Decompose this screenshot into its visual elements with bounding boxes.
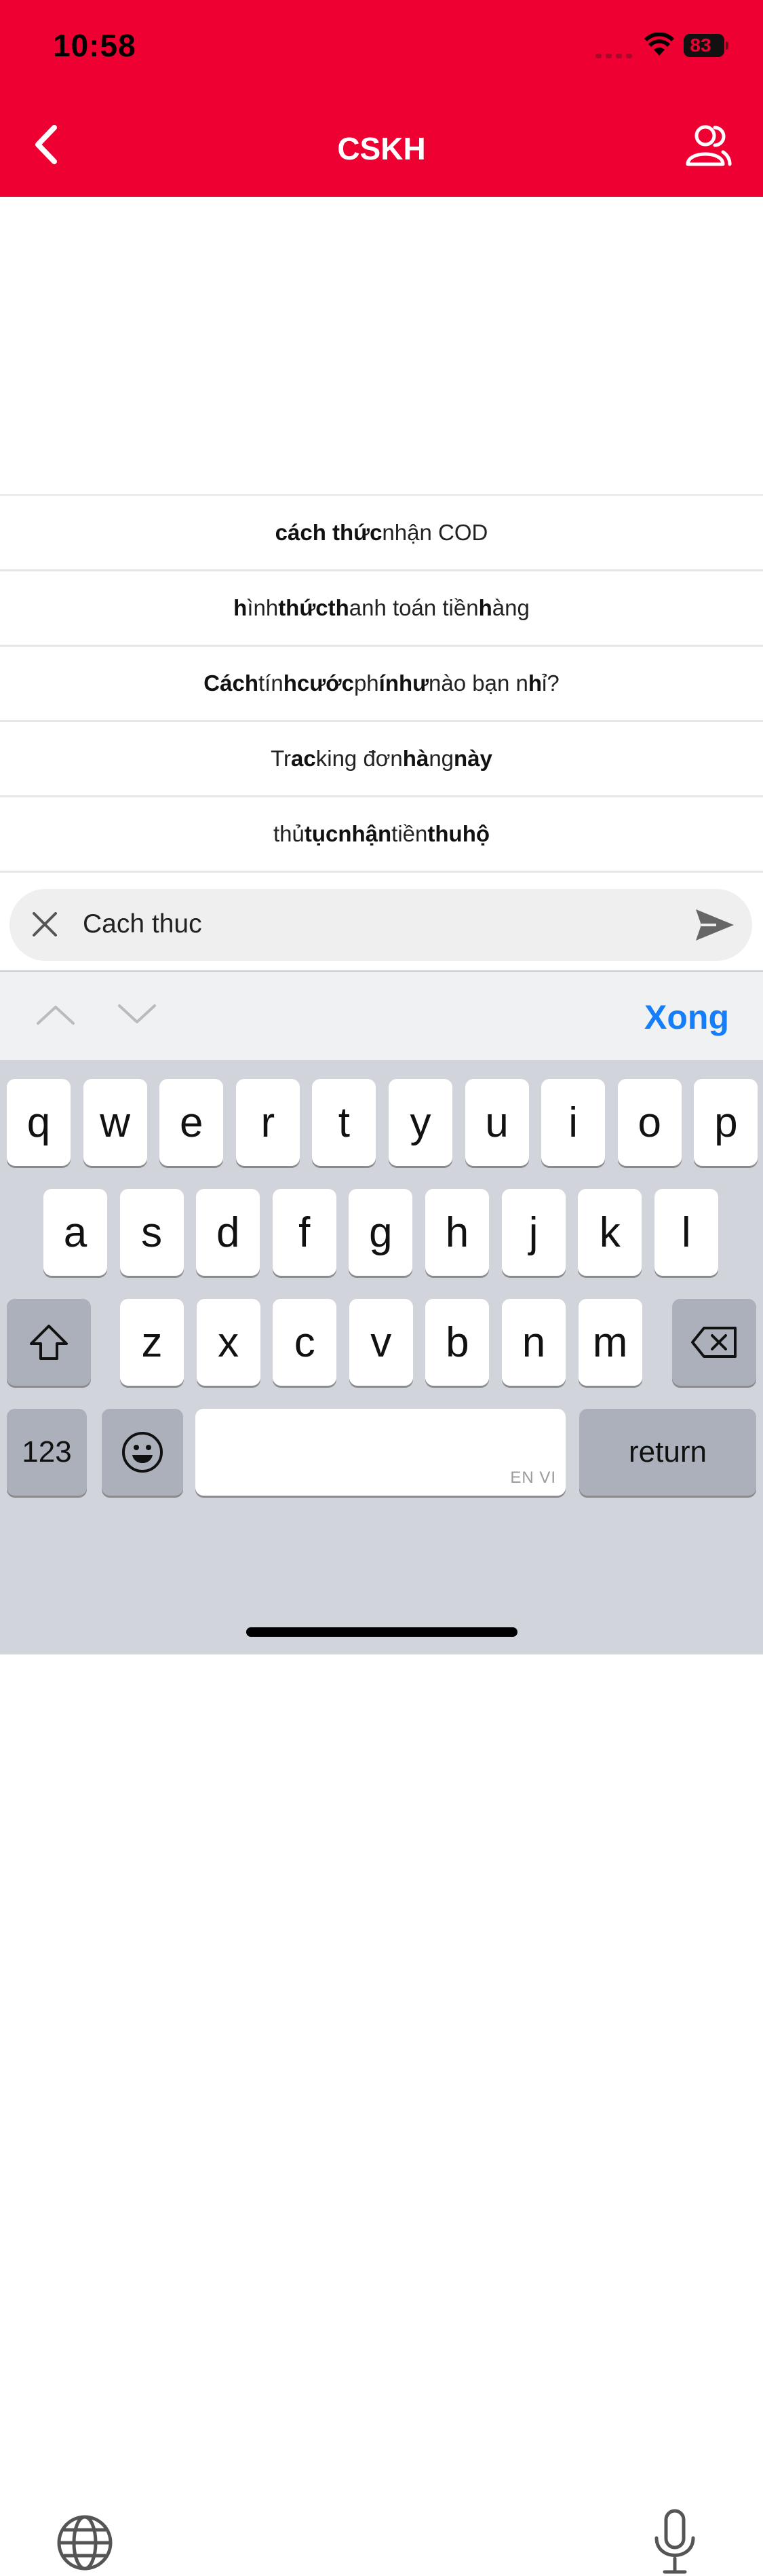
shift-key[interactable] bbox=[7, 1299, 91, 1386]
home-indicator bbox=[246, 1627, 517, 1637]
key-o[interactable]: o bbox=[617, 1079, 682, 1166]
suggestion-item[interactable]: cách thức nhận COD bbox=[0, 496, 763, 571]
key-l[interactable]: l bbox=[654, 1189, 718, 1276]
key-f[interactable]: f bbox=[272, 1189, 336, 1276]
page-title: CSKH bbox=[337, 131, 426, 166]
suggestion-text-part: ph bbox=[353, 670, 379, 696]
suggestion-text-part: cước bbox=[296, 670, 354, 696]
suggestion-text-part: như bbox=[385, 670, 429, 696]
suggestion-item[interactable]: Cách tín h cước ph í như nào bạn n h ỉ? bbox=[0, 647, 763, 722]
suggestion-text-part: th bbox=[328, 595, 349, 620]
key-g[interactable]: g bbox=[349, 1189, 413, 1276]
return-key[interactable]: return bbox=[579, 1409, 756, 1496]
key-u[interactable]: u bbox=[465, 1079, 529, 1166]
key-b[interactable]: b bbox=[425, 1299, 490, 1386]
key-p[interactable]: p bbox=[694, 1079, 758, 1166]
key-r[interactable]: r bbox=[235, 1079, 300, 1166]
backspace-icon bbox=[691, 1327, 737, 1358]
key-q[interactable]: q bbox=[7, 1079, 71, 1166]
suggestion-text-part: này bbox=[454, 746, 492, 771]
suggestion-text-part: tín bbox=[258, 670, 283, 696]
keyboard-accessory-bar: Xong bbox=[0, 972, 763, 1060]
key-x[interactable]: x bbox=[196, 1299, 260, 1386]
header-bar: 10:58 83 CSKH bbox=[0, 0, 763, 197]
suggestion-text-part: ng bbox=[429, 746, 454, 771]
space-key[interactable]: EN VI bbox=[195, 1409, 566, 1496]
suggestion-text-part: nhận COD bbox=[382, 520, 488, 545]
suggestion-text-part: à bbox=[492, 595, 505, 620]
suggestion-text-part: nào bạn n bbox=[429, 670, 528, 696]
key-s[interactable]: s bbox=[119, 1189, 184, 1276]
suggestion-text-part: king đơn bbox=[315, 746, 403, 771]
users-icon[interactable] bbox=[685, 124, 732, 167]
suggestion-text-part: anh toán tiền bbox=[349, 595, 479, 620]
suggestion-text-part: thức bbox=[278, 595, 328, 620]
suggestion-list: cách thức nhận COD h ình thức th anh toán t… bbox=[0, 494, 763, 873]
key-t[interactable]: t bbox=[312, 1079, 376, 1166]
suggestion-text-part: thủ bbox=[273, 821, 305, 846]
battery-icon: 83 bbox=[684, 34, 728, 57]
key-c[interactable]: c bbox=[273, 1299, 337, 1386]
suggestion-item[interactable]: h ình thức th anh toán tiền h à ng bbox=[0, 571, 763, 647]
chat-content-area bbox=[0, 197, 763, 495]
key-a[interactable]: a bbox=[43, 1189, 107, 1276]
suggestion-text-part: hộ bbox=[462, 821, 490, 846]
numbers-key[interactable]: 123 bbox=[7, 1409, 87, 1496]
wifi-icon bbox=[644, 33, 674, 56]
message-input[interactable]: Cach thuc bbox=[83, 909, 202, 939]
message-input-bar: Cach thuc bbox=[0, 875, 763, 970]
emoji-icon bbox=[122, 1432, 163, 1473]
suggestion-text-part: í bbox=[378, 670, 385, 696]
suggestion-text-part: tiền bbox=[391, 821, 428, 846]
suggestion-text-part: tục bbox=[304, 821, 338, 846]
status-time: 10:58 bbox=[53, 28, 136, 63]
suggestion-text-part: ỉ? bbox=[542, 670, 560, 696]
suggestion-text-part: Cách bbox=[203, 670, 258, 696]
backspace-key[interactable] bbox=[672, 1299, 756, 1386]
suggestion-text-part: Tr bbox=[271, 746, 292, 771]
keyboard-language-hint: EN VI bbox=[510, 1469, 556, 1487]
key-i[interactable]: i bbox=[541, 1079, 606, 1166]
suggestion-text-part: h bbox=[233, 595, 248, 620]
key-h[interactable]: h bbox=[425, 1189, 489, 1276]
chevron-down-icon[interactable] bbox=[117, 1003, 157, 1026]
key-m[interactable]: m bbox=[578, 1299, 642, 1386]
done-button[interactable]: Xong bbox=[644, 998, 729, 1037]
send-icon[interactable] bbox=[694, 907, 735, 943]
key-n[interactable]: n bbox=[502, 1299, 566, 1386]
suggestion-text-part: ình bbox=[247, 595, 279, 620]
suggestion-text-part: hà bbox=[402, 746, 429, 771]
key-z[interactable]: z bbox=[120, 1299, 184, 1386]
close-icon[interactable] bbox=[31, 911, 58, 938]
suggestion-text-part: thu bbox=[427, 821, 463, 846]
suggestion-text-part: h bbox=[283, 670, 297, 696]
keyboard: Xong q w e r t y u i o p a s d f g h j k l z x c v b n m 123 EN VI r… bbox=[0, 970, 763, 2574]
chevron-up-icon[interactable] bbox=[35, 1003, 76, 1026]
key-v[interactable]: v bbox=[349, 1299, 413, 1386]
microphone-icon[interactable] bbox=[652, 2508, 697, 2576]
globe-icon[interactable] bbox=[56, 2514, 114, 2572]
suggestion-text-part: h bbox=[478, 595, 492, 620]
suggestion-text-part: nhận bbox=[338, 821, 392, 846]
cellular-signal-icon bbox=[595, 49, 636, 58]
key-e[interactable]: e bbox=[159, 1079, 224, 1166]
suggestion-text-part: ng bbox=[505, 595, 530, 620]
key-y[interactable]: y bbox=[389, 1079, 452, 1166]
battery-percent: 83 bbox=[690, 35, 711, 56]
key-d[interactable]: d bbox=[196, 1189, 260, 1276]
suggestion-text-part: ac bbox=[291, 746, 316, 771]
suggestion-item[interactable]: thủ tục nhận tiền thu hộ bbox=[0, 797, 763, 873]
key-j[interactable]: j bbox=[501, 1189, 566, 1276]
suggestion-text-part: h bbox=[528, 670, 543, 696]
suggestion-item[interactable]: Tr ac king đơn hà ng này bbox=[0, 722, 763, 797]
shift-icon bbox=[30, 1325, 68, 1360]
key-w[interactable]: w bbox=[83, 1079, 147, 1166]
message-input-container: Cach thuc bbox=[9, 889, 752, 961]
key-k[interactable]: k bbox=[578, 1189, 642, 1276]
emoji-key[interactable] bbox=[102, 1409, 183, 1496]
suggestion-text-part: cách thức bbox=[275, 520, 383, 545]
